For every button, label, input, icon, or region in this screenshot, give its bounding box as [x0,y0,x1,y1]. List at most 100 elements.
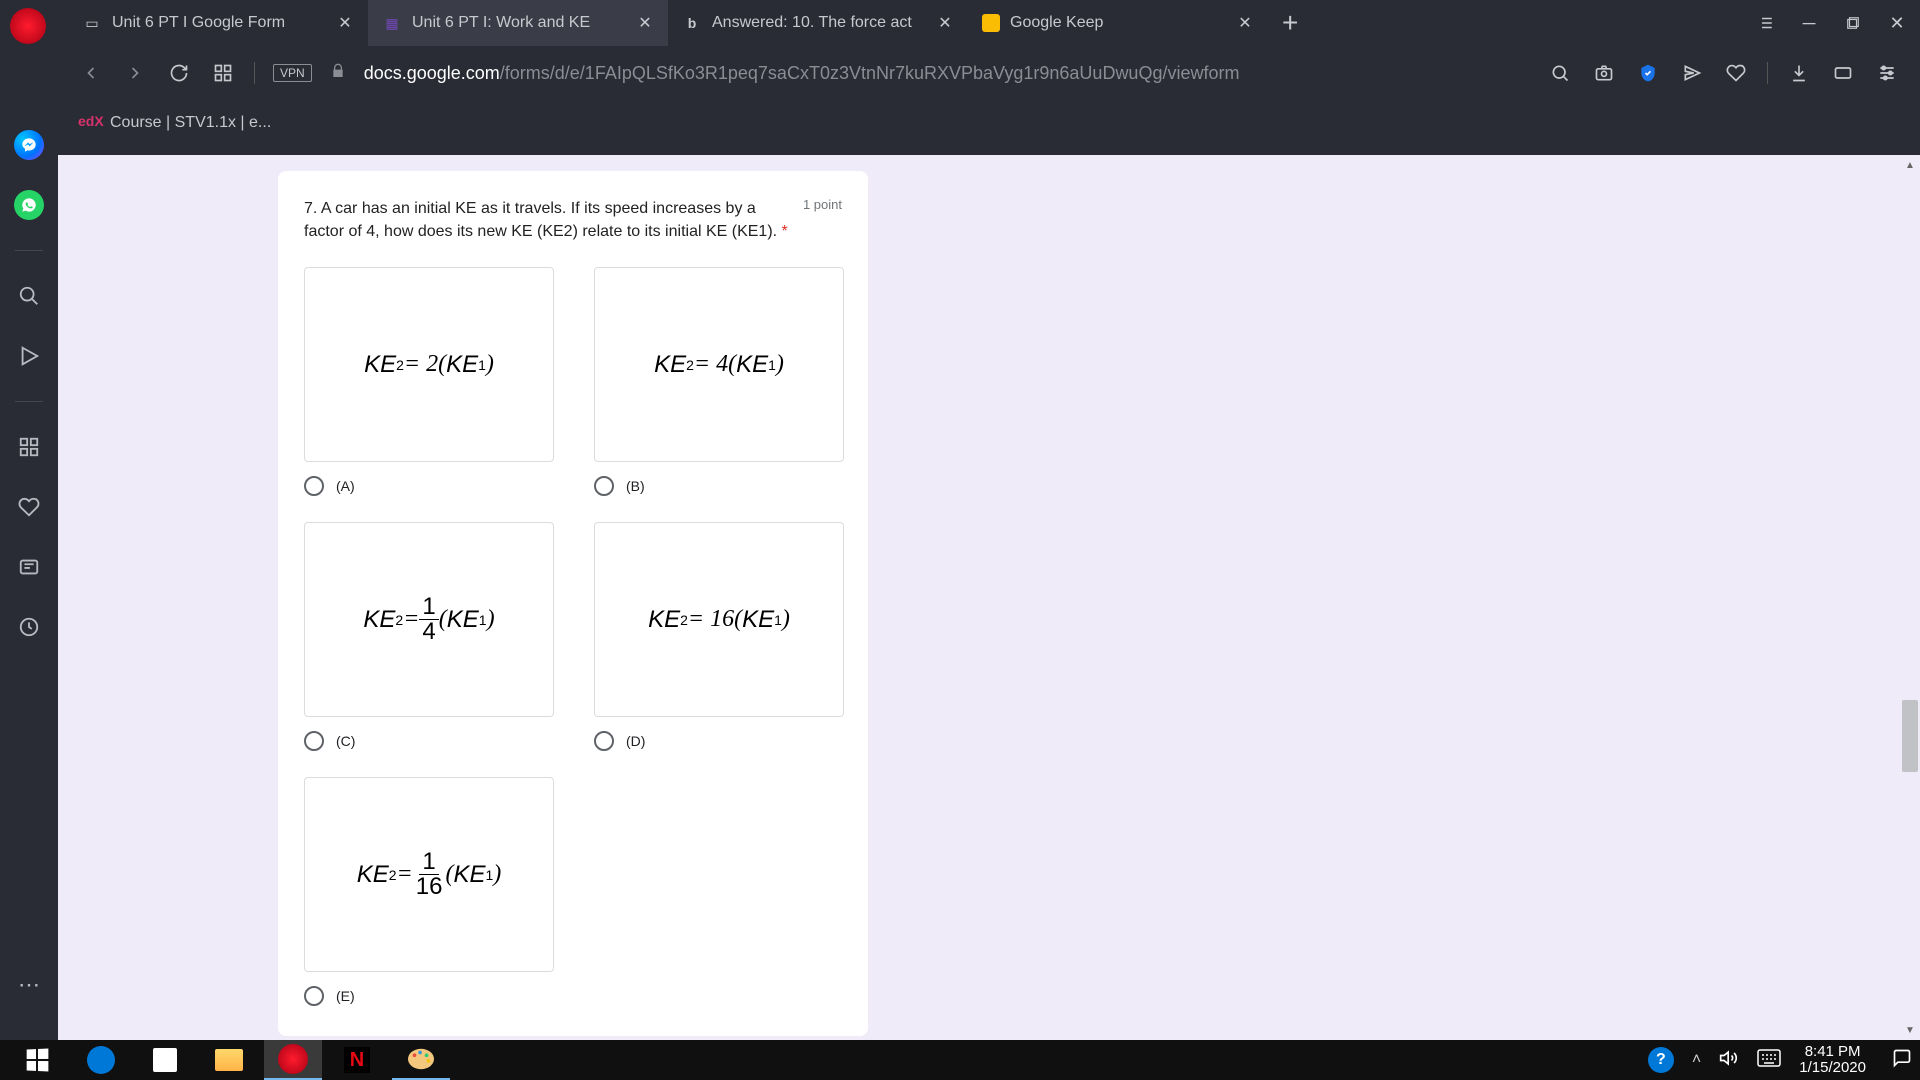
video-popout-icon[interactable] [1830,60,1856,86]
keep-icon [982,14,1000,32]
clock-time: 8:41 PM [1799,1044,1866,1061]
tab-title: Answered: 10. The force act [712,14,926,32]
speed-dial-icon[interactable] [14,432,44,462]
separator [254,62,255,84]
form-icon: ▭ [82,13,102,33]
reload-button[interactable] [166,60,192,86]
play-icon[interactable] [14,341,44,371]
close-button[interactable]: ✕ [1882,8,1912,38]
forward-button[interactable] [122,60,148,86]
tab-google-keep[interactable]: Google Keep ✕ [968,0,1268,46]
option-label: (B) [626,478,645,494]
scroll-up-arrow[interactable]: ▲ [1902,157,1918,173]
bookmarks-bar: edX Course | STV1.1x | e... [58,100,1920,145]
minimize-button[interactable]: ─ [1794,8,1824,38]
edge-button[interactable] [72,1040,130,1080]
close-icon[interactable]: ✕ [936,14,954,32]
option-image-b[interactable]: KE2 = 4(KE1) [594,267,844,462]
more-icon[interactable]: ⋯ [14,970,44,1000]
opera-logo[interactable] [10,8,46,44]
tab-bar: ▭ Unit 6 PT I Google Form ✕ ▦ Unit 6 PT … [58,0,1920,46]
speed-dial-button[interactable] [210,60,236,86]
option-image-e[interactable]: KE2 = 116(KE1) [304,777,554,972]
back-button[interactable] [78,60,104,86]
tab-bartleby[interactable]: b Answered: 10. The force act ✕ [668,0,968,46]
scroll-down-arrow[interactable]: ▼ [1902,1022,1918,1038]
url-host: docs.google.com [364,63,500,84]
new-tab-button[interactable]: + [1268,7,1312,39]
tab-title: Google Keep [1010,14,1226,32]
url-input[interactable]: docs.google.com/forms/d/e/1FAIpQLSfKo3R1… [364,63,1529,84]
option-a: KE2 = 2(KE1) (A) [304,267,554,496]
search-in-page-icon[interactable] [1547,60,1573,86]
window-controls: ─ ✕ [1750,8,1912,38]
radio-circle [304,731,324,751]
option-image-c[interactable]: KE2 = 14(KE1) [304,522,554,717]
download-icon[interactable] [1786,60,1812,86]
option-image-d[interactable]: KE2 = 16(KE1) [594,522,844,717]
help-icon[interactable]: ? [1648,1047,1674,1073]
volume-icon[interactable] [1719,1048,1739,1073]
clock[interactable]: 8:41 PM 1/15/2020 [1799,1044,1874,1077]
action-center-icon[interactable] [1892,1048,1912,1073]
tab-title: Unit 6 PT I: Work and KE [412,14,626,32]
lock-icon[interactable] [330,63,346,84]
start-button[interactable] [8,1040,66,1080]
taskbar-left: N [8,1040,450,1080]
paint-button[interactable] [392,1040,450,1080]
heart-icon[interactable] [14,492,44,522]
radio-circle [304,476,324,496]
maximize-button[interactable] [1838,8,1868,38]
sidebar-separator [15,250,43,251]
question-text: 7. A car has an initial KE as it travels… [304,197,789,243]
radio-circle [594,731,614,751]
snapshot-icon[interactable] [1591,60,1617,86]
news-icon[interactable] [14,552,44,582]
separator [1767,62,1768,84]
heart-icon[interactable] [1723,60,1749,86]
search-icon[interactable] [14,281,44,311]
bartleby-icon: b [682,13,702,33]
options-grid: KE2 = 2(KE1) (A) KE2 = 4(KE1) (B) KE2 = … [304,267,842,1006]
option-label: (E) [336,988,355,1004]
option-image-a[interactable]: KE2 = 2(KE1) [304,267,554,462]
tab-google-form[interactable]: ▭ Unit 6 PT I Google Form ✕ [68,0,368,46]
tab-title: Unit 6 PT I Google Form [112,14,326,32]
whatsapp-icon[interactable] [14,190,44,220]
option-b: KE2 = 4(KE1) (B) [594,267,844,496]
store-button[interactable] [136,1040,194,1080]
bookmark-course[interactable]: Course | STV1.1x | e... [110,114,271,132]
browser-sidebar: ⋯ [0,0,58,1040]
radio-c[interactable]: (C) [304,731,554,751]
radio-circle [594,476,614,496]
keyboard-icon[interactable] [1757,1049,1781,1072]
send-icon[interactable] [1679,60,1705,86]
opera-button[interactable] [264,1040,322,1080]
scrollbar-thumb[interactable] [1902,700,1918,772]
option-c: KE2 = 14(KE1) (C) [304,522,554,751]
close-icon[interactable]: ✕ [636,14,654,32]
explorer-button[interactable] [200,1040,258,1080]
netflix-button[interactable]: N [328,1040,386,1080]
option-e: KE2 = 116(KE1) (E) [304,777,554,1006]
radio-d[interactable]: (D) [594,731,844,751]
tab-work-and-ke[interactable]: ▦ Unit 6 PT I: Work and KE ✕ [368,0,668,46]
forms-icon: ▦ [382,13,402,33]
shield-icon[interactable] [1635,60,1661,86]
easy-setup-icon[interactable] [1874,60,1900,86]
browser-chrome: ▭ Unit 6 PT I Google Form ✕ ▦ Unit 6 PT … [58,0,1920,155]
tab-menu-icon[interactable] [1750,8,1780,38]
history-icon[interactable] [14,612,44,642]
required-asterisk: * [782,223,788,240]
radio-b[interactable]: (B) [594,476,844,496]
close-icon[interactable]: ✕ [336,14,354,32]
close-icon[interactable]: ✕ [1236,14,1254,32]
edx-icon: edX [78,113,98,133]
radio-e[interactable]: (E) [304,986,554,1006]
option-d: KE2 = 16(KE1) (D) [594,522,844,751]
radio-a[interactable]: (A) [304,476,554,496]
vpn-badge[interactable]: VPN [273,64,312,82]
tray-expand-icon[interactable]: ˄ [1692,1051,1701,1069]
messenger-icon[interactable] [14,130,44,160]
radio-circle [304,986,324,1006]
